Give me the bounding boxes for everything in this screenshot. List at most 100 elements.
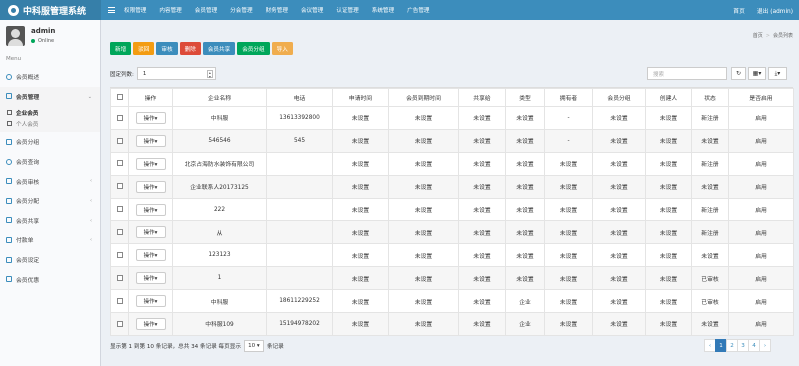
sidebar-item-share[interactable]: 会员共享 ‹ bbox=[0, 211, 100, 231]
sidebar-item-audit[interactable]: 会员审核 ‹ bbox=[0, 171, 100, 191]
column-header[interactable]: 类型 bbox=[505, 88, 545, 107]
next-page-icon[interactable]: › bbox=[759, 339, 771, 352]
row-checkbox[interactable] bbox=[116, 320, 123, 327]
topnav-item-meeting[interactable]: 会议管理 bbox=[301, 6, 323, 14]
column-header[interactable]: 操作 bbox=[128, 88, 173, 107]
topnav-item-content[interactable]: 内容管理 bbox=[159, 6, 181, 14]
row-checkbox[interactable] bbox=[116, 274, 123, 281]
topnav-item-member[interactable]: 会员管理 bbox=[195, 6, 217, 14]
sidebar-item-label: 会员概述 bbox=[16, 75, 40, 82]
row-action-dropdown[interactable]: 操作▾ bbox=[135, 249, 166, 262]
delete-button[interactable]: 删除 bbox=[179, 42, 201, 55]
pagination-summary: 显示第 1 到第 10 条记录，总共 34 条记录 每页显示 bbox=[110, 344, 241, 350]
sidebar-item-query[interactable]: 会员查询 bbox=[0, 152, 100, 172]
sidebar-subitem-enterprise[interactable]: 企业会员 bbox=[0, 107, 100, 118]
row-action-dropdown[interactable]: 操作▾ bbox=[135, 295, 166, 308]
breadcrumb-home[interactable]: 首页 bbox=[753, 33, 763, 39]
table-row[interactable]: 操作▾ 中科服109 15194978202 未设置 未设置 未设置 企业 未设置 未设置 未设置… bbox=[110, 312, 794, 336]
audit-button[interactable]: 审核 bbox=[156, 42, 178, 55]
logout-link[interactable]: 退出 (admin) bbox=[757, 6, 793, 15]
top-right-links: 首页 退出 (admin) bbox=[721, 0, 793, 20]
table-row[interactable]: 操作▾ 546546 545 未设置 未设置 未设置 未设置 - 未设置 未设置 未设置 启用 bbox=[110, 128, 794, 153]
topnav-item-branch[interactable]: 分会管理 bbox=[230, 6, 252, 14]
table-row[interactable]: 操作▾ 中科服 13613392800 未设置 未设置 未设置 未设置 - 未设置 未设置 新注册启… bbox=[110, 106, 794, 130]
page-size-select[interactable]: 10 ▾ bbox=[243, 340, 264, 352]
export-icon[interactable]: ⤓▾ bbox=[768, 67, 787, 80]
topnav-item-ads[interactable]: 广告管理 bbox=[407, 6, 429, 14]
row-action-dropdown[interactable]: 操作▾ bbox=[135, 317, 166, 330]
refresh-icon[interactable]: ↻ bbox=[731, 67, 746, 80]
owner-cell: 未设置 bbox=[544, 289, 593, 314]
row-action-dropdown[interactable]: 操作▾ bbox=[135, 157, 166, 170]
row-checkbox[interactable] bbox=[116, 229, 123, 236]
topnav-item-system[interactable]: 系统管理 bbox=[372, 6, 394, 14]
table-row[interactable]: 操作▾ 北京占海防水装饰有限公司 未设置 未设置 未设置 未设置 未设置 未设置 未设置 新注册启… bbox=[110, 151, 794, 176]
column-header[interactable]: 共享给 bbox=[458, 88, 506, 107]
row-checkbox[interactable] bbox=[116, 297, 123, 304]
home-link[interactable]: 首页 bbox=[733, 6, 745, 15]
row-checkbox[interactable] bbox=[116, 137, 123, 144]
apply-time-cell: 未设置 bbox=[332, 220, 389, 245]
sidebar-item-overview[interactable]: 会员概述 bbox=[0, 67, 100, 87]
column-header[interactable]: 会员分组 bbox=[592, 88, 646, 107]
member-group-button[interactable]: 会员分组 bbox=[237, 42, 270, 55]
sidebar-item-benefits[interactable]: 会员优惠 bbox=[0, 269, 100, 289]
table-row[interactable]: 操作▾ 企业联系人20173125 未设置 未设置 未设置 未设置 未设置 未设置 未设置 未设置… bbox=[110, 174, 794, 199]
column-header[interactable]: 企业名称 bbox=[172, 88, 267, 107]
sidebar-item-assign[interactable]: 会员分配 ‹ bbox=[0, 191, 100, 211]
column-header[interactable]: 申请时间 bbox=[332, 88, 389, 107]
topnav-item-certification[interactable]: 认证管理 bbox=[336, 6, 358, 14]
sidebar-item-payment[interactable]: 付款单 ‹ bbox=[0, 230, 100, 250]
table-row[interactable]: 操作▾ 123123 未设置 未设置 未设置 未设置 未设置 未设置 未设置 未设置 启用 bbox=[110, 243, 794, 268]
member-group-cell: 未设置 bbox=[592, 106, 646, 130]
sidebar-item-label: 会员查询 bbox=[16, 160, 40, 167]
row-action-dropdown[interactable]: 操作▾ bbox=[135, 180, 166, 193]
sidebar-subitem-personal[interactable]: 个人会员 bbox=[0, 118, 100, 129]
row-checkbox[interactable] bbox=[116, 160, 123, 167]
row-checkbox[interactable] bbox=[116, 183, 123, 190]
member-group-cell: 未设置 bbox=[592, 312, 646, 336]
columns-icon[interactable]: ▦▾ bbox=[748, 67, 766, 80]
row-checkbox[interactable] bbox=[116, 206, 123, 213]
enabled-cell: 启用 bbox=[728, 197, 794, 222]
column-header[interactable]: 电话 bbox=[266, 88, 333, 107]
enabled-cell: 启用 bbox=[728, 220, 794, 245]
table-row[interactable]: 操作▾ 中科服 18611229252 未设置 未设置 未设置 企业 未设置 未设置 未设置 已审核… bbox=[110, 289, 794, 314]
sidebar-item-settings[interactable]: 会员设定 bbox=[0, 250, 100, 270]
table-row[interactable]: 操作▾ 从未设置 未设置 未设置 未设置 未设置 未设置 未设置 新注册 启用 bbox=[110, 220, 794, 245]
apply-time-cell: 未设置 bbox=[332, 106, 389, 130]
import-button[interactable]: 导入 bbox=[271, 42, 293, 55]
row-action-dropdown[interactable]: 操作▾ bbox=[135, 134, 166, 147]
status-cell: 未设置 bbox=[691, 312, 729, 336]
select-all-checkbox[interactable] bbox=[116, 94, 123, 101]
topnav-item-finance[interactable]: 财务管理 bbox=[266, 6, 288, 14]
reject-button[interactable]: 驳回 bbox=[133, 42, 155, 55]
sidebar-toggle-icon[interactable] bbox=[108, 7, 115, 13]
search-input[interactable]: 搜索 bbox=[647, 67, 727, 80]
member-share-button[interactable]: 会员共享 bbox=[202, 42, 236, 55]
row-action-dropdown[interactable]: 操作▾ bbox=[135, 272, 166, 285]
row-checkbox[interactable] bbox=[116, 252, 123, 259]
column-header[interactable]: 状态 bbox=[691, 88, 729, 107]
row-action-dropdown[interactable]: 操作▾ bbox=[135, 203, 166, 216]
column-header[interactable]: 会员到期时间 bbox=[388, 88, 459, 107]
frozen-columns-input[interactable]: 1 ▴ ▾ bbox=[136, 67, 216, 80]
row-select-cell bbox=[110, 197, 129, 222]
app-logo[interactable]: 中科服管理系统 bbox=[0, 0, 101, 20]
column-header[interactable]: 是否启用 bbox=[728, 88, 794, 107]
row-action-dropdown[interactable]: 操作▾ bbox=[135, 111, 166, 124]
column-header[interactable]: 拥有者 bbox=[544, 88, 593, 107]
apply-time-cell: 未设置 bbox=[332, 289, 389, 314]
topnav-item-permission[interactable]: 权限管理 bbox=[124, 6, 146, 14]
add-button[interactable]: 新增 bbox=[110, 42, 132, 55]
sidebar-item-group[interactable]: 会员分组 bbox=[0, 132, 100, 152]
table-row[interactable]: 操作▾ 222 未设置 未设置 未设置 未设置 未设置 未设置 未设置 新注册 启用 bbox=[110, 197, 794, 222]
row-checkbox[interactable] bbox=[116, 114, 123, 121]
spinner-icon[interactable]: ▴ ▾ bbox=[206, 70, 213, 78]
type-cell: 未设置 bbox=[505, 151, 545, 176]
sidebar-item-member-manage[interactable]: 会员管理 ⌄ bbox=[0, 86, 100, 107]
table-row[interactable]: 操作▾ 1 未设置 未设置 未设置 未设置 未设置 未设置 未设置 已审核 启用 bbox=[110, 266, 794, 291]
column-header[interactable]: 创建人 bbox=[645, 88, 692, 107]
apply-time-cell: 未设置 bbox=[332, 243, 389, 268]
row-action-dropdown[interactable]: 操作▾ bbox=[135, 226, 166, 239]
